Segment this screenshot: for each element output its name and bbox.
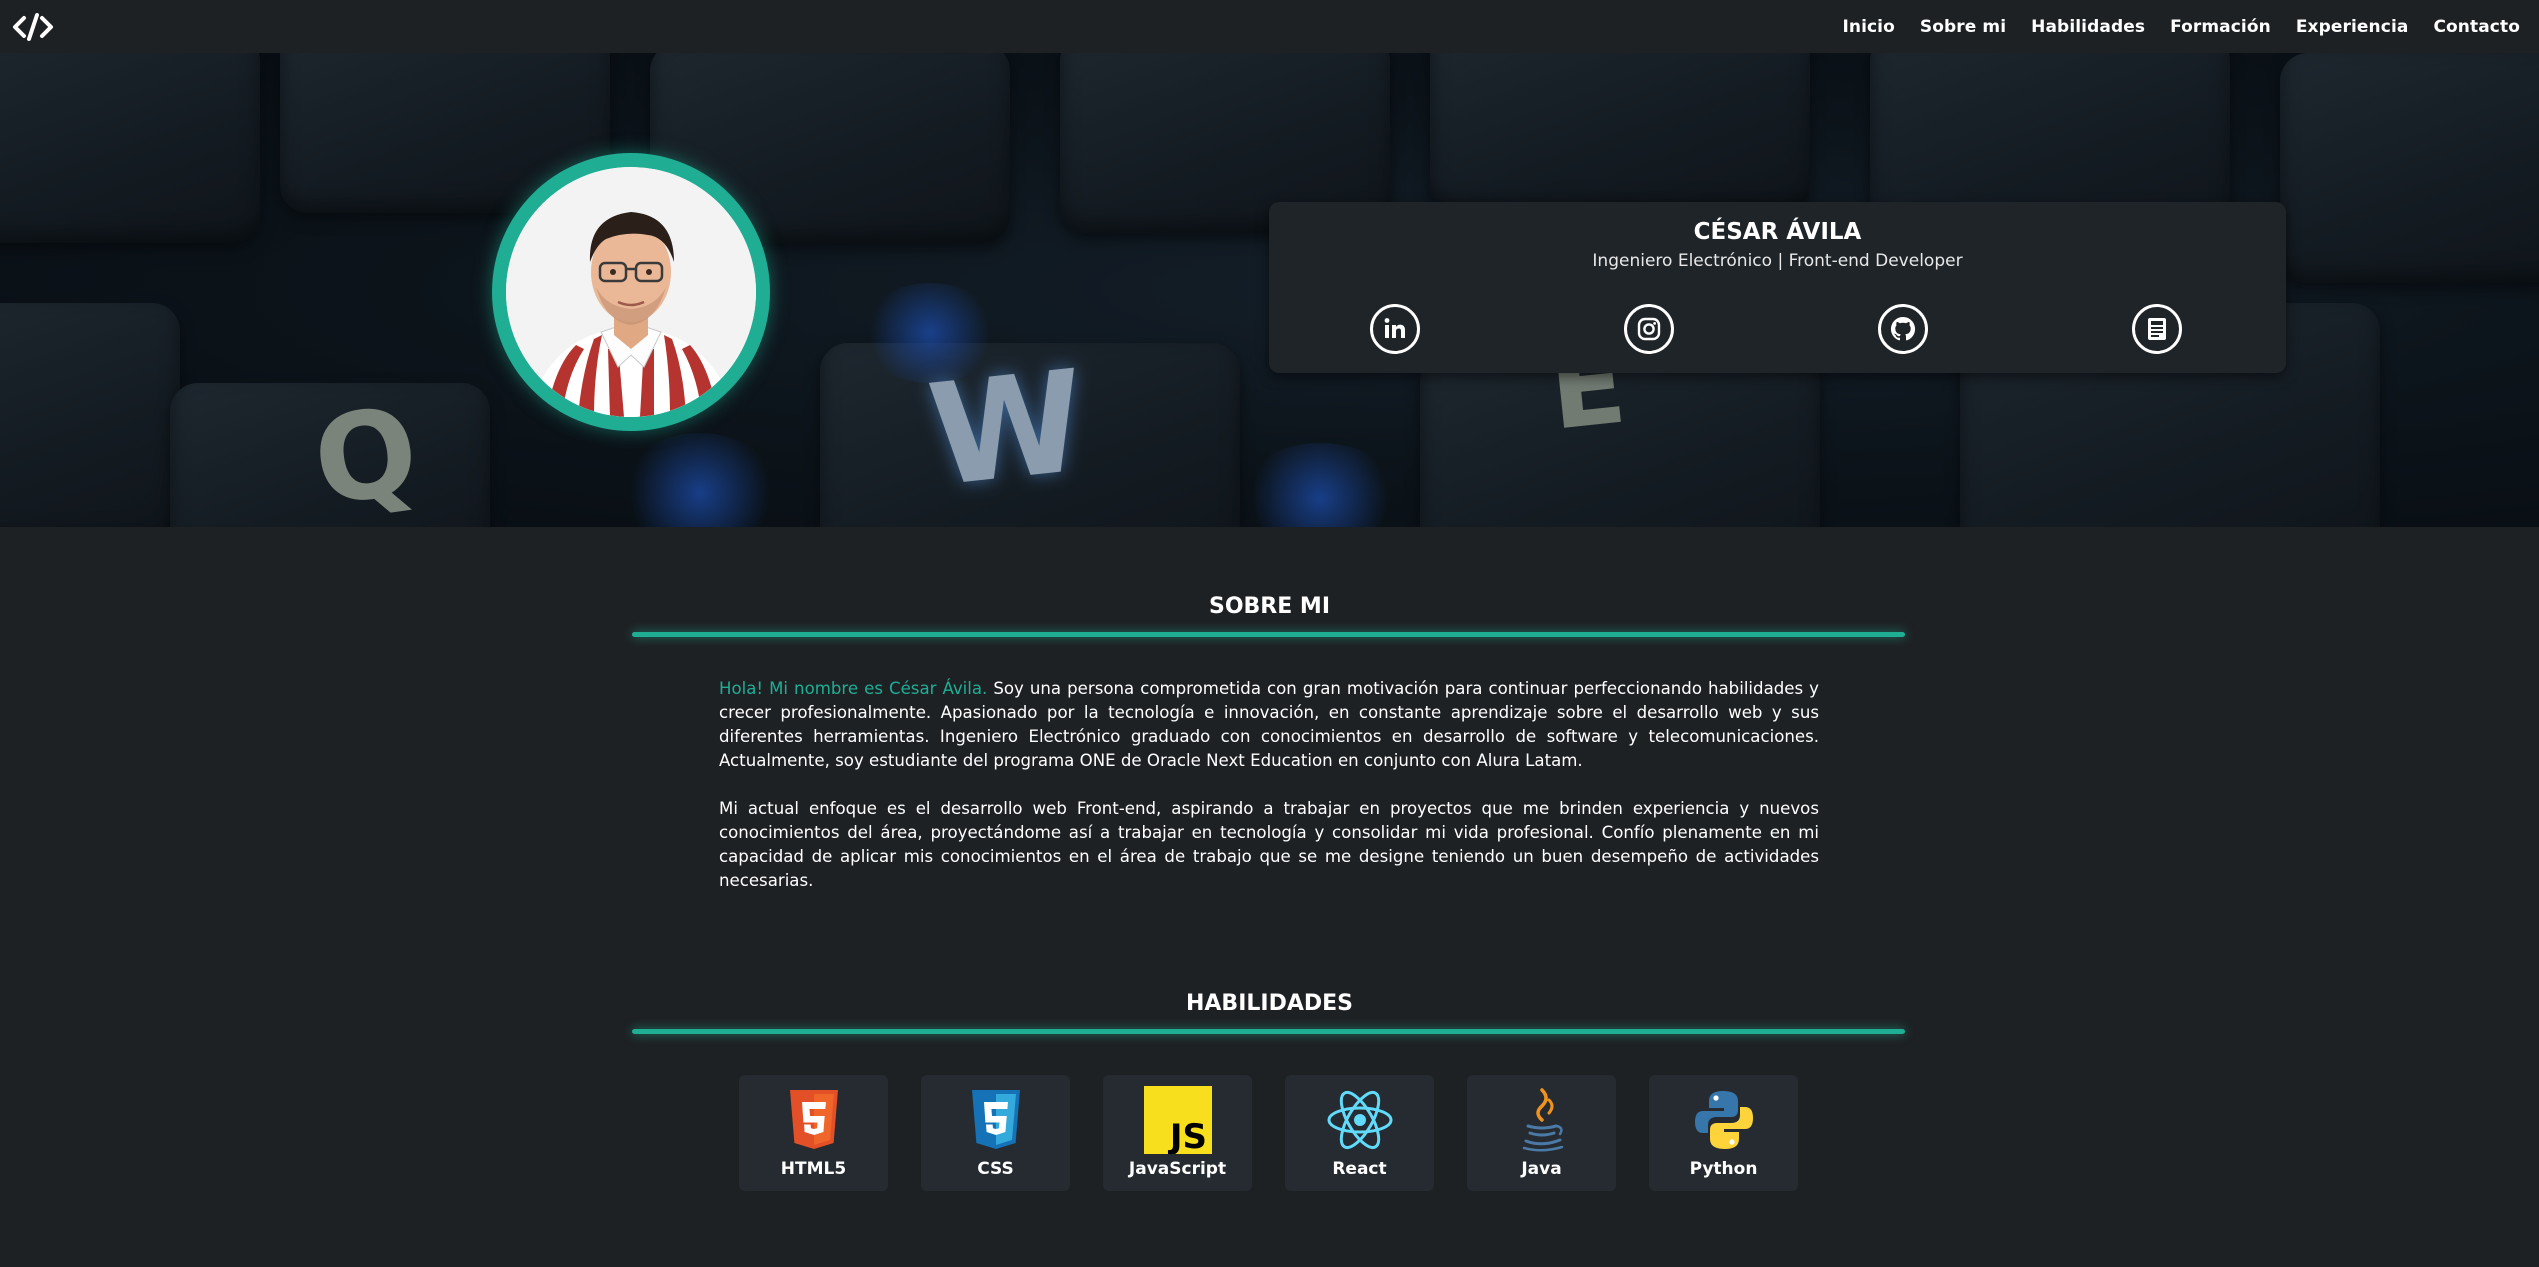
skill-card-css: CSS <box>921 1075 1070 1191</box>
javascript-icon: JS <box>1143 1086 1212 1154</box>
github-icon[interactable] <box>1878 304 1928 354</box>
skill-card-html5: HTML5 <box>739 1075 888 1191</box>
python-icon <box>1690 1086 1758 1154</box>
html5-icon <box>780 1086 848 1154</box>
profile-photo <box>506 167 756 417</box>
nav-links: Inicio Sobre mi Habilidades Formación Ex… <box>1842 17 2520 37</box>
profile-role: Ingeniero Electrónico | Front-end Develo… <box>1592 251 1963 271</box>
skills-grid: HTML5 CSS JS JavaScript React Java Pytho… <box>739 1075 1798 1191</box>
skill-label: CSS <box>977 1159 1014 1179</box>
skill-card-react: React <box>1285 1075 1434 1191</box>
linkedin-icon[interactable] <box>1370 304 1420 354</box>
skill-label: Java <box>1521 1159 1562 1179</box>
about-paragraph-2: Mi actual enfoque es el desarrollo web F… <box>719 799 1819 890</box>
about-title-underline <box>632 632 1905 637</box>
nav-link-inicio[interactable]: Inicio <box>1842 17 1894 37</box>
skill-label: HTML5 <box>780 1159 847 1179</box>
java-icon <box>1508 1086 1576 1154</box>
skill-card-javascript: JS JavaScript <box>1103 1075 1252 1191</box>
cv-document-icon[interactable] <box>2132 304 2182 354</box>
nav-link-experiencia[interactable]: Experiencia <box>2296 17 2409 37</box>
identity-card: CÉSAR ÁVILA Ingeniero Electrónico | Fron… <box>1269 202 2286 373</box>
code-brackets-icon[interactable] <box>12 11 54 43</box>
skill-card-python: Python <box>1649 1075 1798 1191</box>
react-icon <box>1326 1086 1394 1154</box>
skill-label: Python <box>1689 1159 1758 1179</box>
svg-text:JS: JS <box>1167 1117 1206 1154</box>
skill-label: React <box>1332 1159 1387 1179</box>
nav-link-sobre-mi[interactable]: Sobre mi <box>1920 17 2006 37</box>
about-text: Hola! Mi nombre es César Ávila. Soy una … <box>719 677 1819 893</box>
about-section-title: SOBRE MI <box>1208 594 1331 619</box>
instagram-icon[interactable] <box>1624 304 1674 354</box>
profile-avatar <box>492 153 770 431</box>
profile-name: CÉSAR ÁVILA <box>1693 219 1862 245</box>
skills-section-title: HABILIDADES <box>1185 991 1354 1016</box>
navbar: Inicio Sobre mi Habilidades Formación Ex… <box>0 0 2539 53</box>
css3-icon <box>962 1086 1030 1154</box>
skill-card-java: Java <box>1467 1075 1616 1191</box>
nav-link-formacion[interactable]: Formación <box>2170 17 2271 37</box>
hero-banner: Q W E CÉSAR ÁVILA Ingeniero Electrónico … <box>0 53 2539 527</box>
nav-link-habilidades[interactable]: Habilidades <box>2031 17 2145 37</box>
about-paragraph-1: Hola! Mi nombre es César Ávila. Soy una … <box>719 677 1819 773</box>
nav-link-contacto[interactable]: Contacto <box>2433 17 2520 37</box>
about-greeting: Hola! Mi nombre es César Ávila. <box>719 679 988 698</box>
skills-title-underline <box>632 1029 1905 1034</box>
skill-label: JavaScript <box>1128 1159 1227 1179</box>
